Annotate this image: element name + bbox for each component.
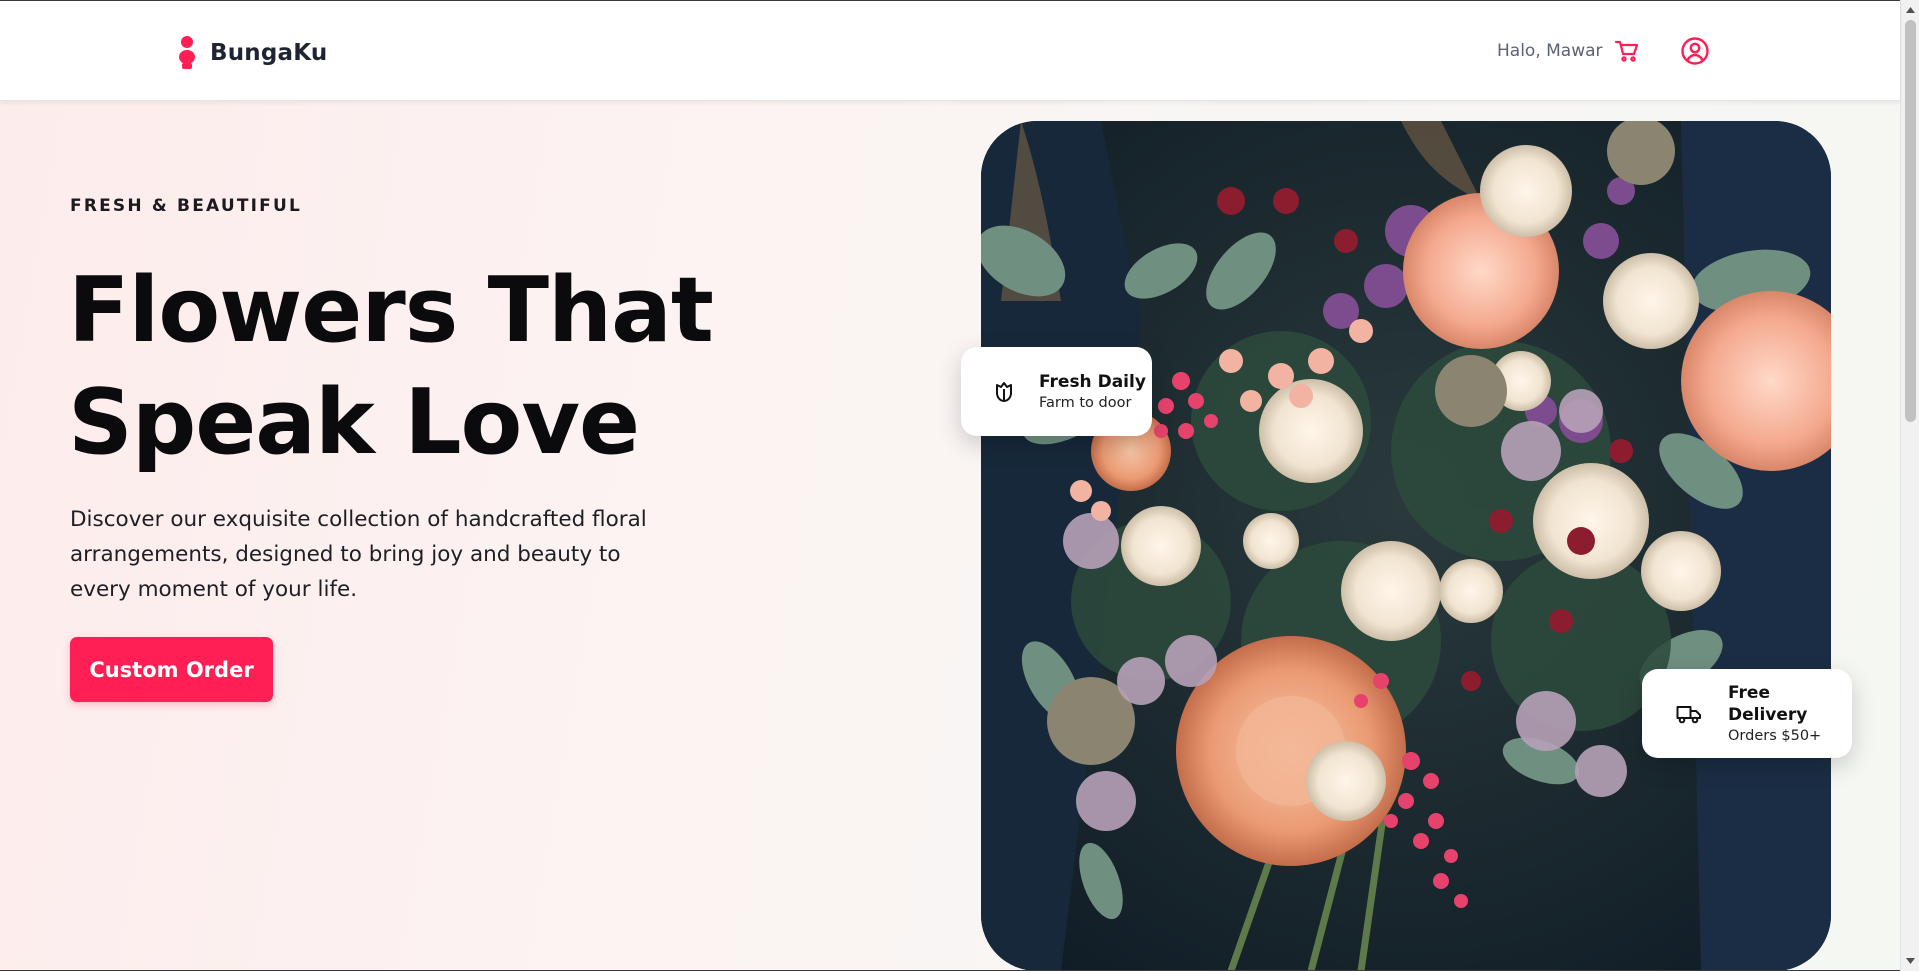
brand[interactable]: BungaKu [178, 35, 327, 71]
scrollbar-thumb[interactable] [1905, 20, 1916, 422]
cart-button[interactable] [1612, 37, 1642, 65]
custom-order-button[interactable]: Custom Order [70, 637, 273, 702]
vertical-scrollbar[interactable] [1900, 0, 1919, 971]
bouquet-illustration [981, 121, 1831, 971]
site-header: BungaKu Halo, Mawar [0, 1, 1900, 101]
truck-icon [1676, 705, 1701, 723]
shopping-cart-icon [1614, 40, 1639, 62]
fresh-daily-badge: Fresh Daily Farm to door [961, 347, 1152, 436]
user-circle-icon [1681, 37, 1709, 65]
flower-bouquet-photo [981, 121, 1831, 971]
user-greeting: Halo, Mawar [1497, 41, 1603, 61]
flower-pin-icon [179, 36, 195, 69]
badge-title: Fresh Daily [1039, 371, 1146, 392]
hero-description: Discover our exquisite collection of han… [70, 507, 647, 602]
brand-name: BungaKu [210, 40, 328, 66]
hero-eyebrow: FRESH & BEAUTIFUL [70, 196, 303, 216]
headline-line-2: Speak Love [68, 370, 640, 475]
badge-title: Free Delivery [1728, 682, 1808, 725]
tulip-icon [996, 381, 1012, 402]
badge-subtitle: Orders $50+ [1728, 727, 1822, 744]
hero-headline: Flowers That Speak Love [68, 255, 768, 479]
badge-subtitle: Farm to door [1039, 394, 1132, 411]
scroll-up-arrow-icon[interactable] [1901, 2, 1919, 18]
profile-button[interactable] [1679, 35, 1711, 67]
scroll-down-arrow-icon[interactable] [1901, 953, 1919, 969]
headline-line-1: Flowers That [68, 258, 714, 363]
free-delivery-badge: Free Delivery Orders $50+ [1642, 669, 1852, 758]
